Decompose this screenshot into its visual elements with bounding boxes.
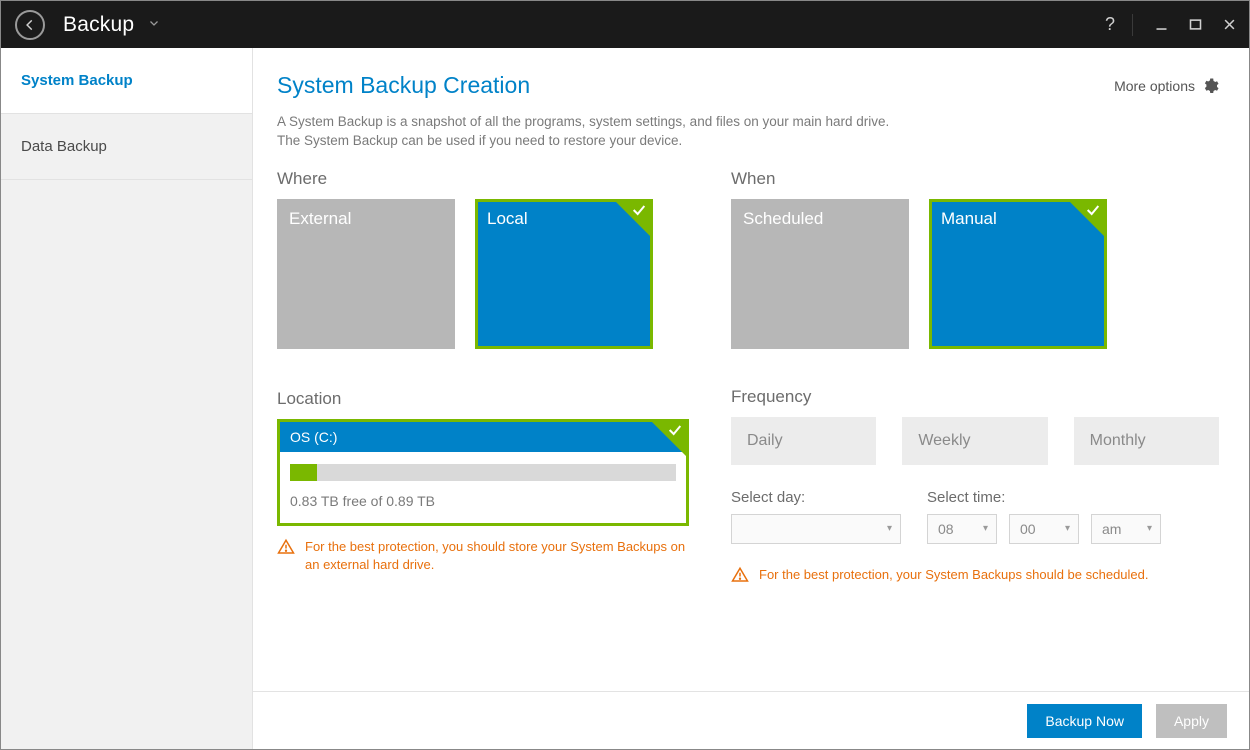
more-options-label: More options	[1114, 78, 1195, 94]
drive-name: OS (C:)	[280, 422, 686, 452]
main-content: System Backup Creation More options A Sy…	[253, 48, 1249, 749]
sidebar-item-data-backup[interactable]: Data Backup	[1, 114, 252, 180]
apply-button[interactable]: Apply	[1156, 704, 1227, 738]
sidebar-item-label: Data Backup	[21, 138, 107, 155]
when-tile-scheduled[interactable]: Scheduled	[731, 199, 909, 349]
where-label: Where	[277, 169, 689, 189]
check-icon	[667, 422, 683, 443]
tile-label: Manual	[941, 209, 997, 228]
minimize-icon[interactable]	[1147, 11, 1175, 39]
tile-label: Scheduled	[743, 209, 823, 228]
page-title: System Backup Creation	[277, 72, 1114, 99]
gear-icon	[1201, 77, 1219, 95]
page-description: A System Backup is a snapshot of all the…	[277, 113, 1219, 151]
location-drive-card[interactable]: OS (C:) 0.83 TB free of 0.89 TB	[277, 419, 689, 526]
footer: Backup Now Apply	[253, 691, 1249, 749]
chevron-down-icon: ▾	[887, 523, 892, 534]
select-ampm-dropdown[interactable]: am ▾	[1091, 514, 1161, 544]
divider	[1132, 14, 1133, 36]
frequency-label: Frequency	[731, 387, 1219, 407]
when-tile-manual[interactable]: Manual	[929, 199, 1107, 349]
sidebar-item-label: System Backup	[21, 72, 133, 89]
sidebar: System Backup Data Backup	[1, 48, 253, 749]
select-day-dropdown[interactable]: ▾	[731, 514, 901, 544]
app-title: Backup	[63, 13, 134, 37]
check-icon	[631, 202, 647, 221]
check-icon	[1085, 202, 1101, 221]
chevron-down-icon: ▾	[983, 523, 988, 534]
select-minute-dropdown[interactable]: 00 ▾	[1009, 514, 1079, 544]
frequency-weekly[interactable]: Weekly	[902, 417, 1047, 465]
frequency-monthly[interactable]: Monthly	[1074, 417, 1219, 465]
sidebar-item-system-backup[interactable]: System Backup	[1, 48, 252, 114]
more-options-button[interactable]: More options	[1114, 77, 1219, 95]
drive-free-text: 0.83 TB free of 0.89 TB	[290, 493, 676, 509]
drive-usage-bar	[290, 464, 676, 481]
back-button[interactable]	[15, 10, 45, 40]
warning-icon	[277, 538, 295, 556]
chevron-down-icon: ▾	[1147, 523, 1152, 534]
chevron-down-icon[interactable]	[148, 16, 160, 34]
help-icon[interactable]: ?	[1096, 11, 1124, 39]
warning-icon	[731, 566, 749, 584]
maximize-icon[interactable]	[1181, 11, 1209, 39]
close-icon[interactable]	[1215, 11, 1243, 39]
select-time-label: Select time:	[927, 489, 1161, 506]
location-warning: For the best protection, you should stor…	[277, 538, 689, 574]
drive-usage-fill	[290, 464, 317, 481]
select-hour-dropdown[interactable]: 08 ▾	[927, 514, 997, 544]
where-tile-external[interactable]: External	[277, 199, 455, 349]
when-label: When	[731, 169, 1219, 189]
titlebar: Backup ?	[1, 1, 1249, 48]
tile-label: Local	[487, 209, 528, 228]
frequency-daily[interactable]: Daily	[731, 417, 876, 465]
tile-label: External	[289, 209, 351, 228]
backup-now-button[interactable]: Backup Now	[1027, 704, 1142, 738]
chevron-down-icon: ▾	[1065, 523, 1070, 534]
select-day-label: Select day:	[731, 489, 901, 506]
where-tile-local[interactable]: Local	[475, 199, 653, 349]
location-label: Location	[277, 389, 689, 409]
schedule-warning: For the best protection, your System Bac…	[731, 566, 1219, 584]
